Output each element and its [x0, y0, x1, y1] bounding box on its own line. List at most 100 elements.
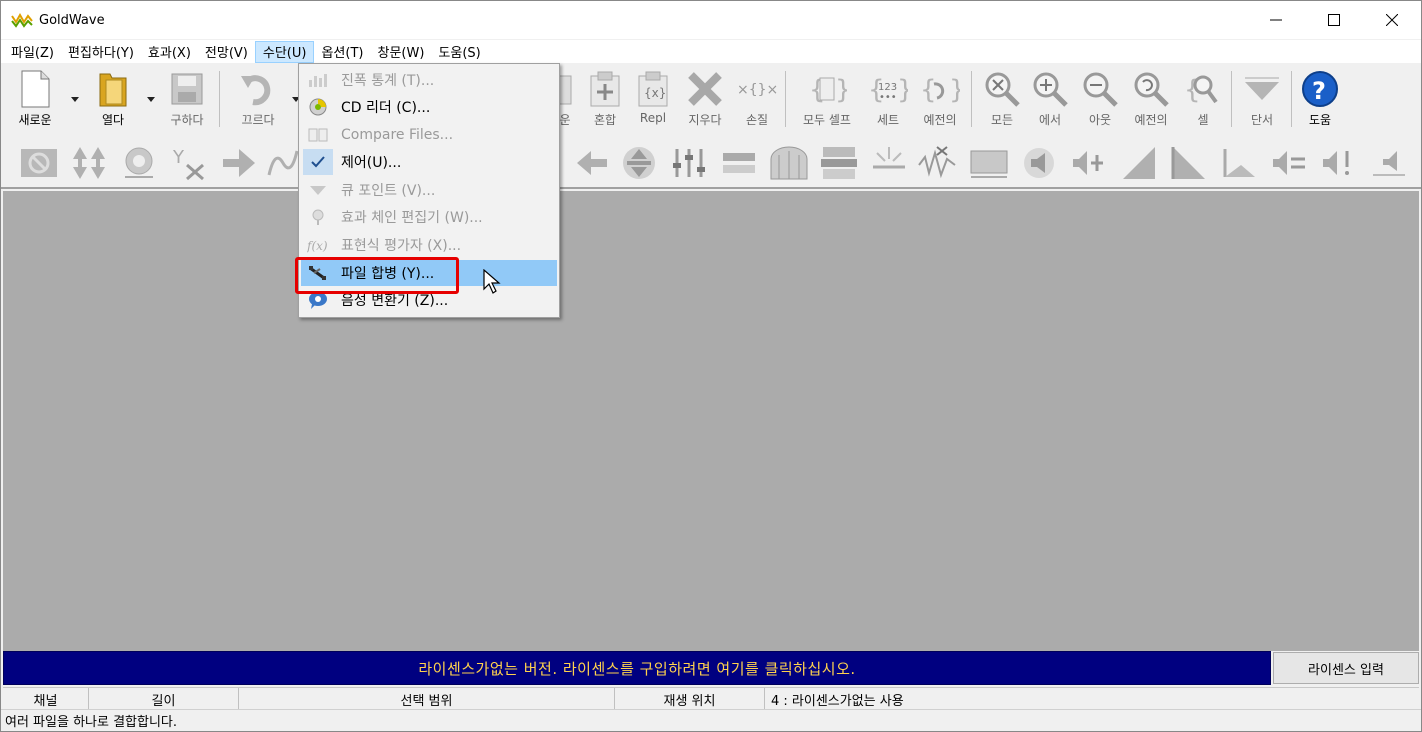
menu-item-cue-points[interactable]: 큐 포인트 (V)...: [301, 177, 557, 203]
clip-remove-icon[interactable]: [917, 143, 957, 183]
previous-selection-icon: {}: [920, 75, 960, 105]
trim-button[interactable]: ×{}× 손질: [735, 69, 779, 133]
vertical-arrows-icon[interactable]: [69, 143, 109, 183]
volume-warning-icon[interactable]: [1319, 143, 1359, 183]
arrow-right-icon[interactable]: [219, 143, 259, 183]
zoom-previous-icon: [1134, 72, 1169, 107]
svg-text:}: }: [835, 75, 847, 105]
help-question-icon: ?: [1302, 71, 1338, 107]
wave-icon[interactable]: [263, 143, 303, 183]
delete-x-icon: [688, 72, 722, 106]
menu-item-control[interactable]: 제어(U)...: [301, 149, 557, 175]
svg-text:•••: •••: [879, 92, 897, 103]
check-icon: [311, 156, 325, 168]
cue-triangle-icon: [1245, 77, 1279, 100]
select-all-button[interactable]: {} 모두 셀프: [797, 69, 857, 133]
delete-button[interactable]: 지우다: [681, 69, 729, 133]
window-controls: [1247, 1, 1421, 39]
open-button[interactable]: 열다: [91, 69, 135, 133]
undo-icon: [241, 75, 271, 106]
arrow-left-icon[interactable]: [571, 143, 611, 183]
volume-plus-icon[interactable]: [1069, 143, 1109, 183]
zoom-in-button[interactable]: 에서: [1029, 69, 1071, 133]
sphere-effect-icon[interactable]: [119, 143, 159, 183]
svg-text:{: {: [920, 75, 937, 105]
status-play-position: 재생 위치: [615, 688, 765, 710]
svg-text:Y: Y: [172, 147, 185, 168]
fade-out-icon[interactable]: [1169, 143, 1209, 183]
license-message: 라이센스가없는 버전. 라이센스를 구입하려면 여기를 클릭하십시오.: [418, 659, 856, 678]
open-folder-icon: [99, 73, 127, 107]
license-banner[interactable]: 라이센스가없는 버전. 라이센스를 구입하려면 여기를 클릭하십시오.: [3, 651, 1271, 685]
help-button[interactable]: ? 도움: [1299, 69, 1341, 133]
svg-text:?: ?: [1312, 77, 1326, 105]
volume-match-icon[interactable]: [1369, 143, 1409, 183]
menu-item-amplitude-stats[interactable]: 진폭 통계 (T)...: [301, 67, 557, 93]
bars-icon[interactable]: [769, 143, 809, 183]
open-dropdown-arrow[interactable]: [147, 97, 155, 102]
volume-equal-icon[interactable]: [1269, 143, 1309, 183]
shape-volume-icon[interactable]: [1219, 143, 1259, 183]
menu-edit[interactable]: 편집하다(Y): [61, 41, 141, 63]
volume-low-icon[interactable]: [1019, 143, 1059, 183]
minimize-button[interactable]: [1247, 1, 1305, 39]
svg-text:}: }: [897, 75, 908, 105]
toolbar-separator: [219, 71, 220, 127]
svg-text:×{}×: ×{}×: [737, 82, 777, 98]
toolbar-separator: [785, 71, 786, 127]
menu-item-effect-chain-editor[interactable]: 효과 체인 편집기 (W)...: [301, 204, 557, 230]
maximize-button[interactable]: [1305, 1, 1363, 39]
noise-filter-icon[interactable]: [819, 143, 859, 183]
workspace-area[interactable]: [3, 191, 1419, 651]
hint-bar: 여러 파일을 하나로 결합합니다.: [1, 709, 1421, 731]
zoom-out-button[interactable]: 아웃: [1079, 69, 1121, 133]
menu-options[interactable]: 옵션(T): [314, 41, 370, 63]
undo-button[interactable]: 끄르다: [235, 69, 281, 133]
spark-icon[interactable]: [869, 143, 909, 183]
menu-item-expression-evaluator[interactable]: f(x) 표현식 평가자 (X)...: [301, 232, 557, 258]
fade-in-icon[interactable]: [1119, 143, 1159, 183]
replace-icon: {x}: [638, 71, 668, 107]
equalizer-icon[interactable]: [669, 143, 709, 183]
toolbar-separator: [1291, 71, 1292, 127]
new-button[interactable]: 새로운: [13, 69, 57, 133]
bandpass-icon[interactable]: [969, 143, 1009, 183]
enter-license-button[interactable]: 라이센스 입력: [1273, 652, 1419, 684]
zoom-all-icon: [985, 72, 1020, 107]
y-cross-icon[interactable]: Y: [169, 143, 209, 183]
save-button[interactable]: 구하다: [165, 69, 209, 133]
expression-evaluator-icon: f(x): [307, 239, 328, 253]
stop-icon[interactable]: [19, 143, 59, 183]
menu-help[interactable]: 도움(S): [431, 41, 487, 63]
new-dropdown-arrow[interactable]: [71, 97, 79, 102]
menu-item-cd-reader[interactable]: CD 리더 (C)...: [301, 94, 557, 120]
zoom-previous-button[interactable]: 예전의: [1127, 69, 1175, 133]
compressor-icon[interactable]: [719, 143, 759, 183]
zoom-cell-button[interactable]: { 셀: [1183, 69, 1223, 133]
status-channel: 채널: [3, 688, 89, 710]
mix-button[interactable]: 혼합: [585, 69, 625, 133]
zoom-all-button[interactable]: 모든: [981, 69, 1023, 133]
goldwave-logo-icon: [11, 12, 33, 28]
set-button[interactable]: {123•••} 세트: [867, 69, 909, 133]
replace-button[interactable]: {x} Repl: [633, 69, 673, 133]
previous-selection-button[interactable]: {} 예전의: [917, 69, 963, 133]
close-button[interactable]: [1363, 1, 1421, 39]
zoom-out-icon: [1083, 72, 1118, 107]
status-info: 4 : 라이센스가없는 사용: [771, 693, 904, 709]
menu-file[interactable]: 파일(Z): [4, 41, 61, 63]
minimize-icon: [1270, 19, 1282, 21]
title-bar: GoldWave: [1, 1, 1421, 39]
menu-effect[interactable]: 효과(X): [141, 41, 198, 63]
menu-window[interactable]: 창문(W): [370, 41, 431, 63]
menu-tools[interactable]: 수단(U): [254, 40, 315, 63]
menu-bar: 파일(Z) 편집하다(Y) 효과(X) 전망(V) 수단(U) 옵션(T) 창문…: [1, 40, 1421, 63]
mix-icon: [590, 71, 620, 107]
cue-button[interactable]: 단서: [1241, 69, 1283, 133]
menu-item-compare-files[interactable]: Compare Files...: [301, 122, 557, 148]
window-title: GoldWave: [39, 12, 105, 28]
expand-vertical-icon[interactable]: [619, 143, 659, 183]
menu-view[interactable]: 전망(V): [198, 41, 255, 63]
new-file-icon: [21, 70, 50, 108]
maximize-icon: [1328, 14, 1340, 26]
